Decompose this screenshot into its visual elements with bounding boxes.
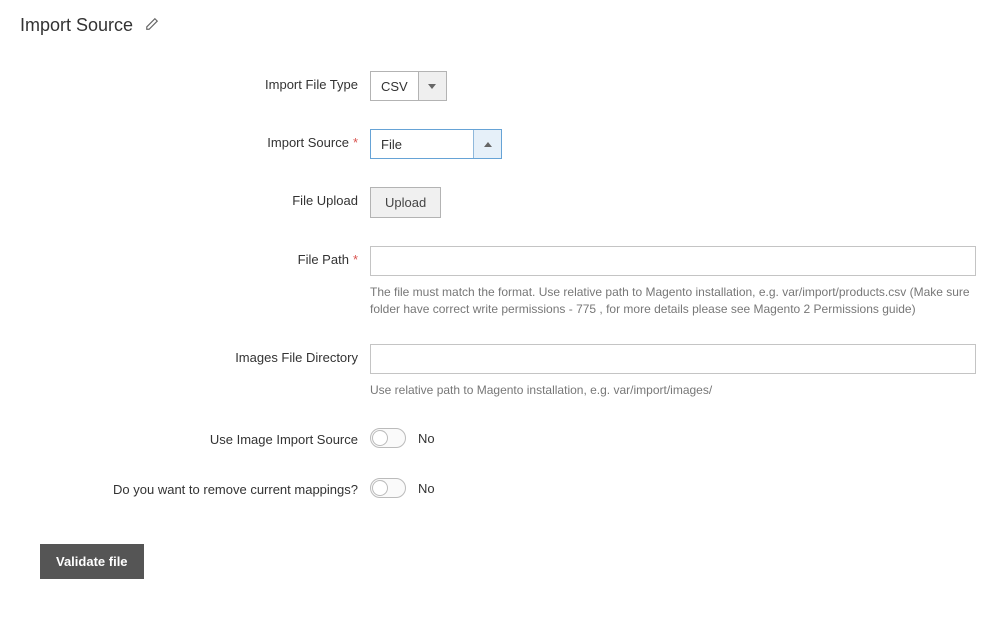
edit-icon[interactable]: [145, 17, 159, 34]
required-marker: *: [353, 252, 358, 267]
validate-file-button[interactable]: Validate file: [40, 544, 144, 579]
import-source-select[interactable]: File: [370, 129, 502, 159]
file-path-hint: The file must match the format. Use rela…: [370, 284, 976, 318]
use-image-import-source-value: No: [418, 431, 435, 446]
label-remove-mappings: Do you want to remove current mappings?: [40, 476, 370, 497]
required-marker: *: [353, 135, 358, 150]
chevron-down-icon: [418, 72, 446, 100]
images-dir-input[interactable]: [370, 344, 976, 374]
label-use-image-import-source: Use Image Import Source: [40, 426, 370, 447]
label-file-type: Import File Type: [40, 71, 370, 92]
chevron-up-icon: [473, 130, 501, 158]
upload-button[interactable]: Upload: [370, 187, 441, 218]
remove-mappings-toggle[interactable]: [370, 478, 406, 498]
use-image-import-source-toggle[interactable]: [370, 428, 406, 448]
file-path-input[interactable]: [370, 246, 976, 276]
label-file-upload: File Upload: [40, 187, 370, 208]
label-images-dir: Images File Directory: [40, 344, 370, 365]
label-file-path: File Path: [298, 252, 349, 267]
file-type-value: CSV: [371, 72, 418, 100]
remove-mappings-value: No: [418, 481, 435, 496]
import-source-value: File: [371, 130, 473, 158]
images-dir-hint: Use relative path to Magento installatio…: [370, 382, 976, 399]
label-import-source: Import Source: [267, 135, 349, 150]
section-title: Import Source: [20, 15, 133, 36]
file-type-select[interactable]: CSV: [370, 71, 447, 101]
